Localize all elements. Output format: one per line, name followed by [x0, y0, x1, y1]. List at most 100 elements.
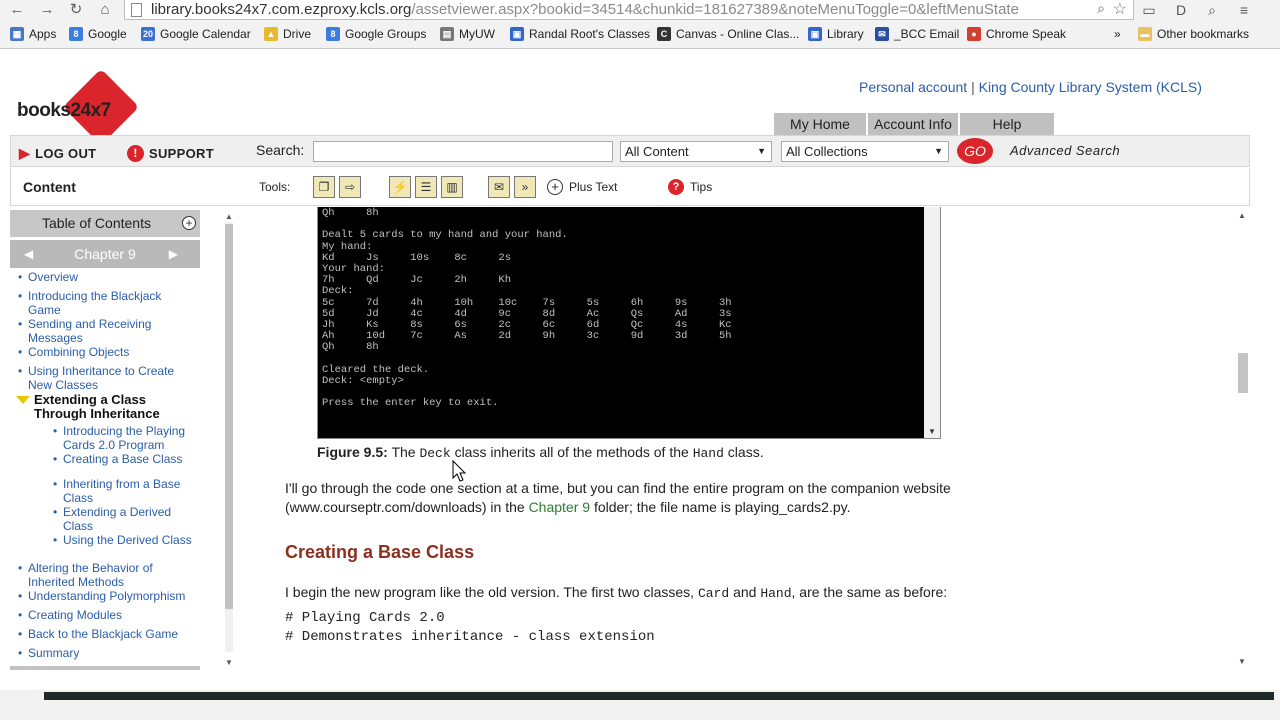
toc-item[interactable]: Back to the Blackjack Game [16, 627, 196, 641]
code-hand: Hand [692, 446, 724, 461]
cast-icon[interactable]: ▭ [1140, 1, 1158, 19]
advanced-search-link[interactable]: Advanced Search [1010, 143, 1120, 158]
address-bar[interactable]: library.books24x7.com.ezproxy.kcls.org/a… [124, 0, 1134, 20]
copy-tool-icon[interactable]: ❐ [313, 176, 335, 198]
toc-scrollbar[interactable]: ▲ ▼ [220, 210, 236, 670]
highlight-tool-icon[interactable]: ⚡ [389, 176, 411, 198]
code-card: Card [697, 586, 730, 601]
tips-button[interactable]: ? Tips [668, 179, 712, 195]
scroll-thumb[interactable] [225, 224, 233, 609]
export-tool-icon[interactable]: ⇨ [339, 176, 361, 198]
code-block: # Playing Cards 2.0 # Demonstrates inheri… [285, 609, 655, 647]
toc-subitem[interactable]: Introducing the Playing Cards 2.0 Progra… [51, 424, 196, 452]
scroll-up-icon[interactable]: ▲ [1238, 211, 1246, 220]
chapter-label: Chapter 9 [74, 246, 136, 262]
reading-pane: Qh 8h Dealt 5 cards to my hand and your … [240, 207, 1250, 667]
toc-horizontal-scrollbar[interactable] [10, 666, 200, 670]
bookmark-drive[interactable]: ▲ Drive [264, 27, 311, 41]
add-icon[interactable]: + [182, 216, 196, 230]
bookmark-other[interactable]: ▬ Other bookmarks [1138, 27, 1249, 41]
console-scrollbar: ▼ [924, 207, 940, 438]
zoom-icon[interactable]: ⌕ [1097, 0, 1105, 17]
scroll-thumb[interactable] [1238, 353, 1248, 393]
personal-account-link[interactable]: Personal account [859, 79, 967, 95]
zoom-extension-icon[interactable]: ⌕ [1203, 1, 1221, 19]
chevron-down-icon: ▼ [757, 146, 766, 156]
support-button[interactable]: ! SUPPORT [127, 145, 214, 162]
bookmark-bcc-email[interactable]: ✉ _BCC Email [875, 27, 959, 41]
bookmark-google-calendar[interactable]: 20 Google Calendar [141, 27, 251, 41]
toc-item[interactable]: Sending and Receiving Messages [16, 317, 196, 345]
search-input[interactable] [313, 141, 613, 162]
apps-icon: ▦ [10, 27, 24, 41]
toc-item[interactable]: Summary [16, 646, 196, 660]
bookmark-canvas[interactable]: C Canvas - Online Clas... [657, 27, 799, 41]
groups-icon: 8 [326, 27, 340, 41]
back-icon[interactable]: ← [8, 1, 26, 19]
email-tool-icon[interactable]: ✉ [488, 176, 510, 198]
book-tool-icon[interactable]: ▥ [441, 176, 463, 198]
tab-account-info[interactable]: Account Info [868, 113, 958, 135]
chapter-9-link[interactable]: Chapter 9 [529, 499, 590, 515]
forward-tool-icon[interactable]: » [514, 176, 536, 198]
code-deck: Deck [419, 446, 451, 461]
menu-icon[interactable]: ≡ [1235, 1, 1253, 19]
url-text[interactable]: library.books24x7.com.ezproxy.kcls.org/a… [151, 1, 1019, 18]
code-hand: Hand [760, 586, 792, 601]
toc-subitem[interactable]: Creating a Base Class [51, 452, 196, 466]
extension-icon[interactable]: D [1172, 1, 1190, 19]
toc-item-current[interactable]: Extending a Class Through Inheritance [16, 393, 196, 421]
bookmark-randal-root[interactable]: ▣ Randal Root's Classes [510, 27, 650, 41]
scroll-down-icon[interactable]: ▼ [225, 658, 233, 667]
toc-item[interactable]: Understanding Polymorphism [16, 589, 196, 603]
collections-select[interactable]: All Collections ▼ [781, 141, 949, 162]
bookmarks-overflow[interactable]: » [1114, 27, 1121, 41]
bookmark-apps[interactable]: ▦ Apps [10, 27, 56, 41]
toc-item[interactable]: Altering the Behavior of Inherited Metho… [16, 561, 196, 589]
tab-my-home[interactable]: My Home [774, 113, 866, 135]
home-icon[interactable]: ⌂ [96, 1, 114, 19]
library-link[interactable]: King County Library System (KCLS) [979, 79, 1202, 95]
document-icon: ▣ [808, 27, 822, 41]
toc-subitem[interactable]: Using the Derived Class [51, 533, 196, 547]
content-select[interactable]: All Content ▼ [620, 141, 772, 162]
account-links: Personal account | King County Library S… [859, 79, 1202, 95]
bookmark-google[interactable]: 8 Google [69, 27, 127, 41]
toc-item[interactable]: Creating Modules [16, 608, 196, 622]
bookmark-google-groups[interactable]: 8 Google Groups [326, 27, 426, 41]
reload-icon[interactable]: ↻ [67, 1, 85, 19]
toc-item[interactable]: Combining Objects [16, 345, 196, 359]
logout-button[interactable]: ▶ LOG OUT [19, 145, 96, 162]
bottom-strip [0, 690, 1280, 720]
bookmark-myuw[interactable]: ▤ MyUW [440, 27, 495, 41]
plus-text-button[interactable]: + Plus Text [547, 179, 617, 195]
drive-icon: ▲ [264, 27, 278, 41]
bookmark-library[interactable]: ▣ Library [808, 27, 864, 41]
content-label: Content [23, 179, 76, 195]
email-icon: ✉ [875, 27, 889, 41]
support-icon: ! [127, 145, 144, 162]
toc-item[interactable]: Introducing the Blackjack Game [16, 289, 196, 317]
scroll-down-icon[interactable]: ▼ [1238, 657, 1246, 666]
tab-help[interactable]: Help [960, 113, 1054, 135]
books24x7-logo[interactable]: books24x7 [14, 68, 154, 146]
tools-bar: Content Tools: ❐ ⇨ ⚡ ☰ ▥ ✉ » + Plus Text … [10, 168, 1250, 206]
previous-chapter-icon[interactable]: ◀ [24, 240, 33, 268]
calendar-icon: 20 [141, 27, 155, 41]
scroll-up-icon[interactable]: ▲ [225, 212, 233, 221]
toc-subitem[interactable]: Extending a Derived Class [51, 505, 196, 533]
toc-subitem[interactable]: Inheriting from a Base Class [51, 477, 196, 505]
list-tool-icon[interactable]: ☰ [415, 176, 437, 198]
table-of-contents: Table of Contents+ ◀ Chapter 9 ▶ Overvie… [10, 210, 200, 670]
console-output: Qh 8h Dealt 5 cards to my hand and your … [322, 207, 732, 410]
forward-icon[interactable]: → [38, 1, 56, 19]
section-heading: Creating a Base Class [285, 542, 475, 562]
bookmark-star-icon[interactable]: ☆ [1113, 0, 1127, 19]
toc-item[interactable]: Overview [16, 270, 196, 284]
next-chapter-icon[interactable]: ▶ [169, 240, 178, 268]
toc-item[interactable]: Using Inheritance to Create New Classes [16, 364, 196, 392]
main-scrollbar[interactable]: ▲ ▼ [1234, 207, 1250, 667]
go-button[interactable]: GO [957, 138, 993, 164]
bookmark-chrome-speak[interactable]: ● Chrome Speak [967, 27, 1066, 41]
chapter-navigator: ◀ Chapter 9 ▶ [10, 240, 200, 268]
